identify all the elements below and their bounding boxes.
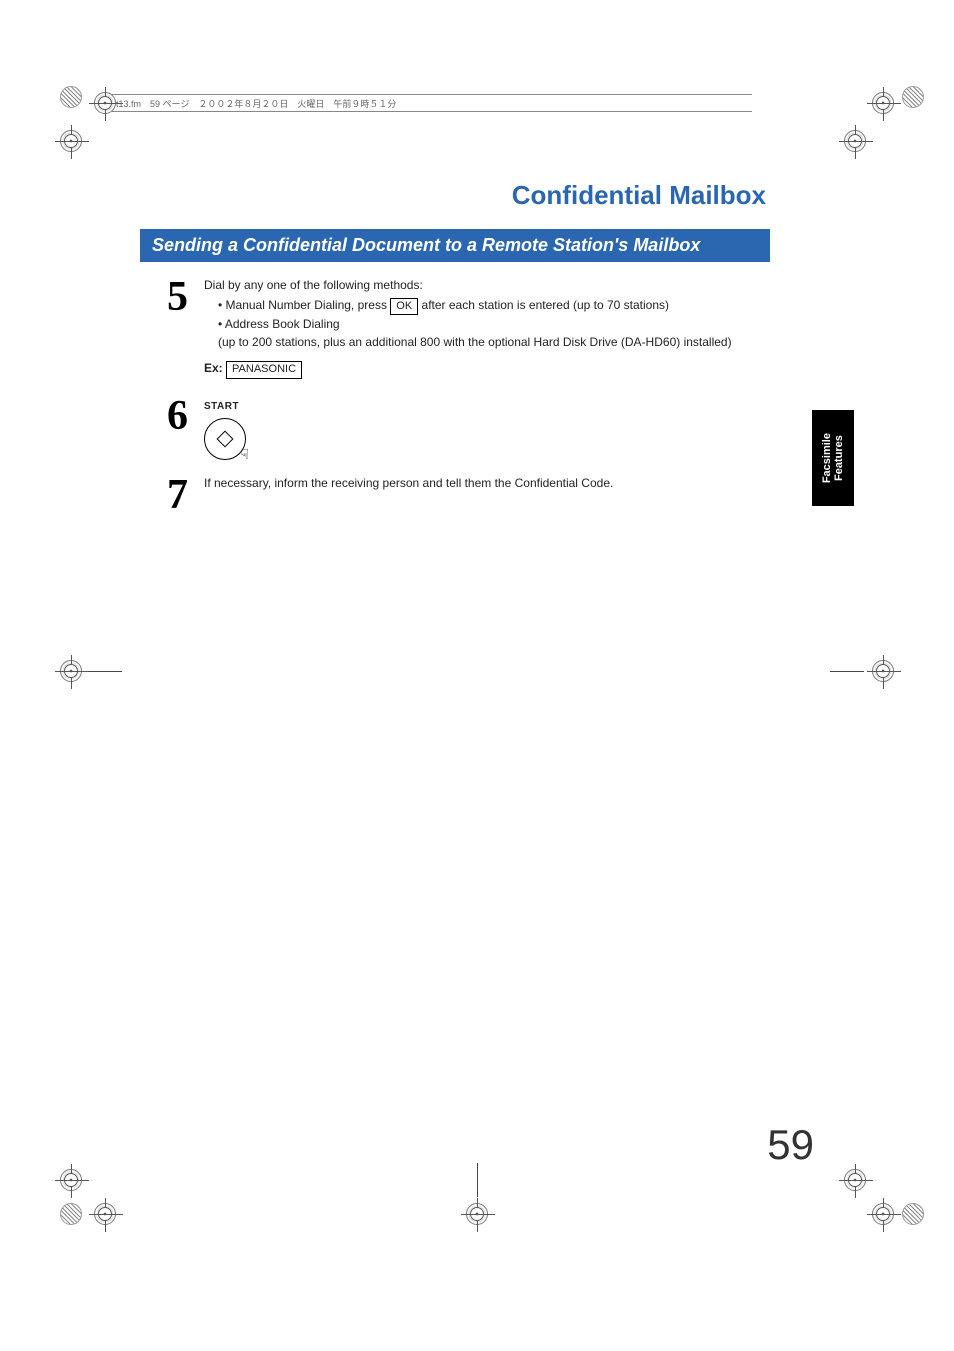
register-mark-bl2: [60, 1169, 82, 1191]
step-number: 6: [140, 395, 204, 437]
register-mark-hatch-tl: [60, 86, 82, 108]
side-tab-line2: Features: [833, 435, 845, 481]
page-content: Confidential Mailbox Sending a Confident…: [140, 180, 770, 530]
register-tick-mr: [830, 671, 864, 672]
start-button-graphic: START ☟: [204, 399, 770, 460]
step-number: 7: [140, 474, 204, 516]
step-body: START ☟: [204, 395, 770, 460]
step-6: 6 START ☟: [140, 395, 770, 460]
bullet-item: • Manual Number Dialing, press OK after …: [218, 296, 770, 315]
section-heading: Sending a Confidential Document to a Rem…: [140, 229, 770, 262]
file-header-text: t13.fm 59 ページ ２００２年８月２０日 火曜日 午前９時５１分: [116, 97, 396, 110]
press-hand-icon: ☟: [240, 444, 249, 465]
side-tab-line1: Facsimile: [821, 433, 833, 483]
register-tick-ml: [88, 671, 122, 672]
step-5: 5 Dial by any one of the following metho…: [140, 276, 770, 381]
register-mark-hatch-bl: [60, 1203, 82, 1225]
register-mark-left: [60, 130, 82, 152]
register-mark-right: [844, 130, 866, 152]
register-mark-ml: [60, 660, 82, 682]
example-label: Ex:: [204, 361, 223, 375]
side-tab-text: Facsimile Features: [821, 433, 845, 483]
ok-key-box: OK: [390, 298, 418, 315]
register-mark-tr: [872, 92, 894, 114]
side-tab: Facsimile Features: [812, 410, 854, 506]
bullet-text-pre: • Manual Number Dialing, press: [218, 298, 390, 312]
step-intro: Dial by any one of the following methods…: [204, 276, 770, 294]
start-label: START: [204, 399, 770, 414]
register-mark-br: [872, 1203, 894, 1225]
register-mark-br2: [844, 1169, 866, 1191]
example-value-box: PANASONIC: [226, 361, 302, 378]
register-tick-bc: [477, 1163, 478, 1197]
register-mark-hatch-br: [902, 1203, 924, 1225]
step-text: If necessary, inform the receiving perso…: [204, 474, 770, 492]
start-button-circle: ☟: [204, 418, 246, 460]
step-body: If necessary, inform the receiving perso…: [204, 474, 770, 494]
register-mark-hatch-tr: [902, 86, 924, 108]
step-body: Dial by any one of the following methods…: [204, 276, 770, 381]
register-mark-bc: [466, 1203, 488, 1225]
register-mark-bl: [94, 1203, 116, 1225]
bullet-text-post: after each station is entered (up to 70 …: [422, 298, 669, 312]
example-line: Ex: PANASONIC: [204, 359, 770, 378]
step-7: 7 If necessary, inform the receiving per…: [140, 474, 770, 516]
step-number: 5: [140, 276, 204, 318]
bullet-item: • Address Book Dialing (up to 200 statio…: [218, 315, 770, 351]
bullet-text-a: • Address Book Dialing: [218, 317, 340, 331]
file-header-strip: t13.fm 59 ページ ２００２年８月２０日 火曜日 午前９時５１分: [112, 94, 752, 112]
page-number: 59: [767, 1121, 814, 1169]
bullet-text-b: (up to 200 stations, plus an additional …: [218, 335, 732, 349]
chapter-title: Confidential Mailbox: [140, 180, 770, 211]
start-diamond-icon: [217, 430, 234, 447]
register-mark-mr: [872, 660, 894, 682]
